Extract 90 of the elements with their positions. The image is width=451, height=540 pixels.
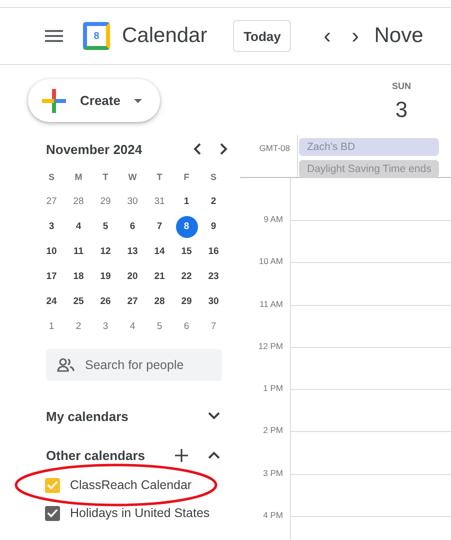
- create-button[interactable]: Create: [28, 79, 160, 122]
- date-cell[interactable]: 18: [68, 266, 90, 288]
- next-button[interactable]: ›: [341, 23, 370, 49]
- date-cell[interactable]: 28: [68, 190, 90, 212]
- date-cell[interactable]: 2: [68, 316, 90, 338]
- hour-slot[interactable]: [290, 262, 451, 305]
- hour-label: 11 AM: [260, 298, 283, 309]
- weekday-label: W: [128, 172, 137, 182]
- checkbox[interactable]: [45, 478, 60, 492]
- date-cell[interactable]: 10: [40, 240, 62, 262]
- date-cell[interactable]: 24: [40, 290, 62, 312]
- hour-label: 4 PM: [263, 510, 283, 520]
- hour-slot[interactable]: [290, 474, 451, 516]
- date-cell[interactable]: 8: [176, 216, 198, 238]
- date-cell[interactable]: 19: [94, 266, 116, 288]
- hour-label: 2 PM: [263, 425, 283, 436]
- weekday-label: T: [102, 172, 108, 182]
- caret-icon: [134, 98, 142, 102]
- date-cell[interactable]: 21: [148, 266, 170, 288]
- hour-slot[interactable]: [290, 389, 451, 432]
- date-cell[interactable]: 3: [94, 316, 116, 338]
- search-field[interactable]: Search for people: [46, 349, 222, 381]
- weekday-label: S: [48, 172, 54, 182]
- date-cell[interactable]: 17: [40, 266, 62, 288]
- weekday-label: S: [210, 172, 216, 182]
- date-cell[interactable]: 22: [176, 266, 198, 288]
- date-cell[interactable]: 14: [148, 240, 170, 262]
- date-cell[interactable]: 7: [202, 316, 224, 338]
- chevron-icon[interactable]: [208, 451, 220, 459]
- chevron-icon[interactable]: [208, 412, 220, 420]
- previous-month-icon[interactable]: [193, 143, 201, 155]
- date-cell[interactable]: 13: [122, 240, 144, 262]
- section-title[interactable]: Other calendars: [46, 448, 155, 462]
- date-cell[interactable]: 23: [202, 266, 224, 288]
- date-cell[interactable]: 4: [122, 316, 144, 338]
- date-cell[interactable]: 6: [176, 316, 198, 338]
- hour-slot[interactable]: [290, 220, 451, 262]
- hour-label: 12 PM: [258, 340, 283, 351]
- date-cell[interactable]: 27: [40, 190, 62, 212]
- date-cell[interactable]: 30: [202, 290, 224, 312]
- weekday-label: T: [156, 172, 162, 182]
- calendar-logo-icon: 8: [83, 22, 110, 50]
- date-cell[interactable]: 29: [176, 290, 198, 312]
- date-cell[interactable]: 7: [148, 216, 170, 238]
- checkbox[interactable]: [45, 506, 60, 520]
- date-cell[interactable]: 1: [40, 316, 62, 338]
- date-cell[interactable]: 16: [202, 240, 224, 262]
- hour-slot[interactable]: [290, 346, 451, 390]
- hour-label: 9 AM: [264, 214, 283, 224]
- date-cell[interactable]: 1: [176, 190, 198, 212]
- hour-label: 1 PM: [263, 383, 283, 394]
- previous-button[interactable]: ‹: [313, 23, 342, 49]
- today-button[interactable]: Today: [233, 20, 292, 52]
- month-title: November 2024: [46, 142, 144, 156]
- period-title: Nove: [374, 24, 424, 48]
- weekday-label: SUN: [392, 81, 411, 91]
- menu-icon[interactable]: [45, 30, 63, 42]
- date-cell[interactable]: 30: [122, 190, 144, 212]
- date-number[interactable]: 3: [395, 97, 408, 123]
- hour-label: 3 PM: [263, 468, 283, 478]
- date-cell[interactable]: 5: [94, 216, 116, 238]
- timezone-label: GMT-08: [258, 142, 291, 155]
- date-cell[interactable]: 15: [176, 240, 198, 262]
- date-cell[interactable]: 4: [68, 216, 90, 238]
- date-cell[interactable]: 11: [68, 240, 90, 262]
- date-cell[interactable]: 31: [148, 190, 170, 212]
- hour-slot[interactable]: [290, 304, 451, 347]
- app-title: Calendar: [122, 24, 208, 48]
- plus-icon: [42, 88, 66, 112]
- hour-label: 10 AM: [258, 256, 283, 266]
- section-title[interactable]: My calendars: [46, 408, 188, 424]
- add-icon[interactable]: [175, 448, 188, 462]
- date-cell[interactable]: 20: [122, 266, 144, 288]
- date-cell[interactable]: 9: [202, 216, 224, 238]
- hour-slot[interactable]: [290, 431, 451, 474]
- date-cell[interactable]: 27: [122, 290, 144, 312]
- date-cell[interactable]: 29: [94, 190, 116, 212]
- weekday-label: F: [184, 172, 190, 182]
- date-cell[interactable]: 25: [68, 290, 90, 312]
- date-cell[interactable]: 5: [148, 316, 170, 338]
- date-cell[interactable]: 26: [94, 290, 116, 312]
- date-cell[interactable]: 28: [148, 290, 170, 312]
- calendar-name[interactable]: ClassReach Calendar: [70, 478, 192, 492]
- date-cell[interactable]: 2: [202, 190, 224, 212]
- date-cell[interactable]: 6: [122, 216, 144, 238]
- weekday-label: M: [74, 172, 82, 182]
- date-cell[interactable]: 12: [94, 240, 116, 262]
- date-cell[interactable]: 3: [40, 216, 62, 238]
- calendar-name[interactable]: Holidays in United States: [70, 506, 210, 520]
- next-month-icon[interactable]: [220, 143, 228, 155]
